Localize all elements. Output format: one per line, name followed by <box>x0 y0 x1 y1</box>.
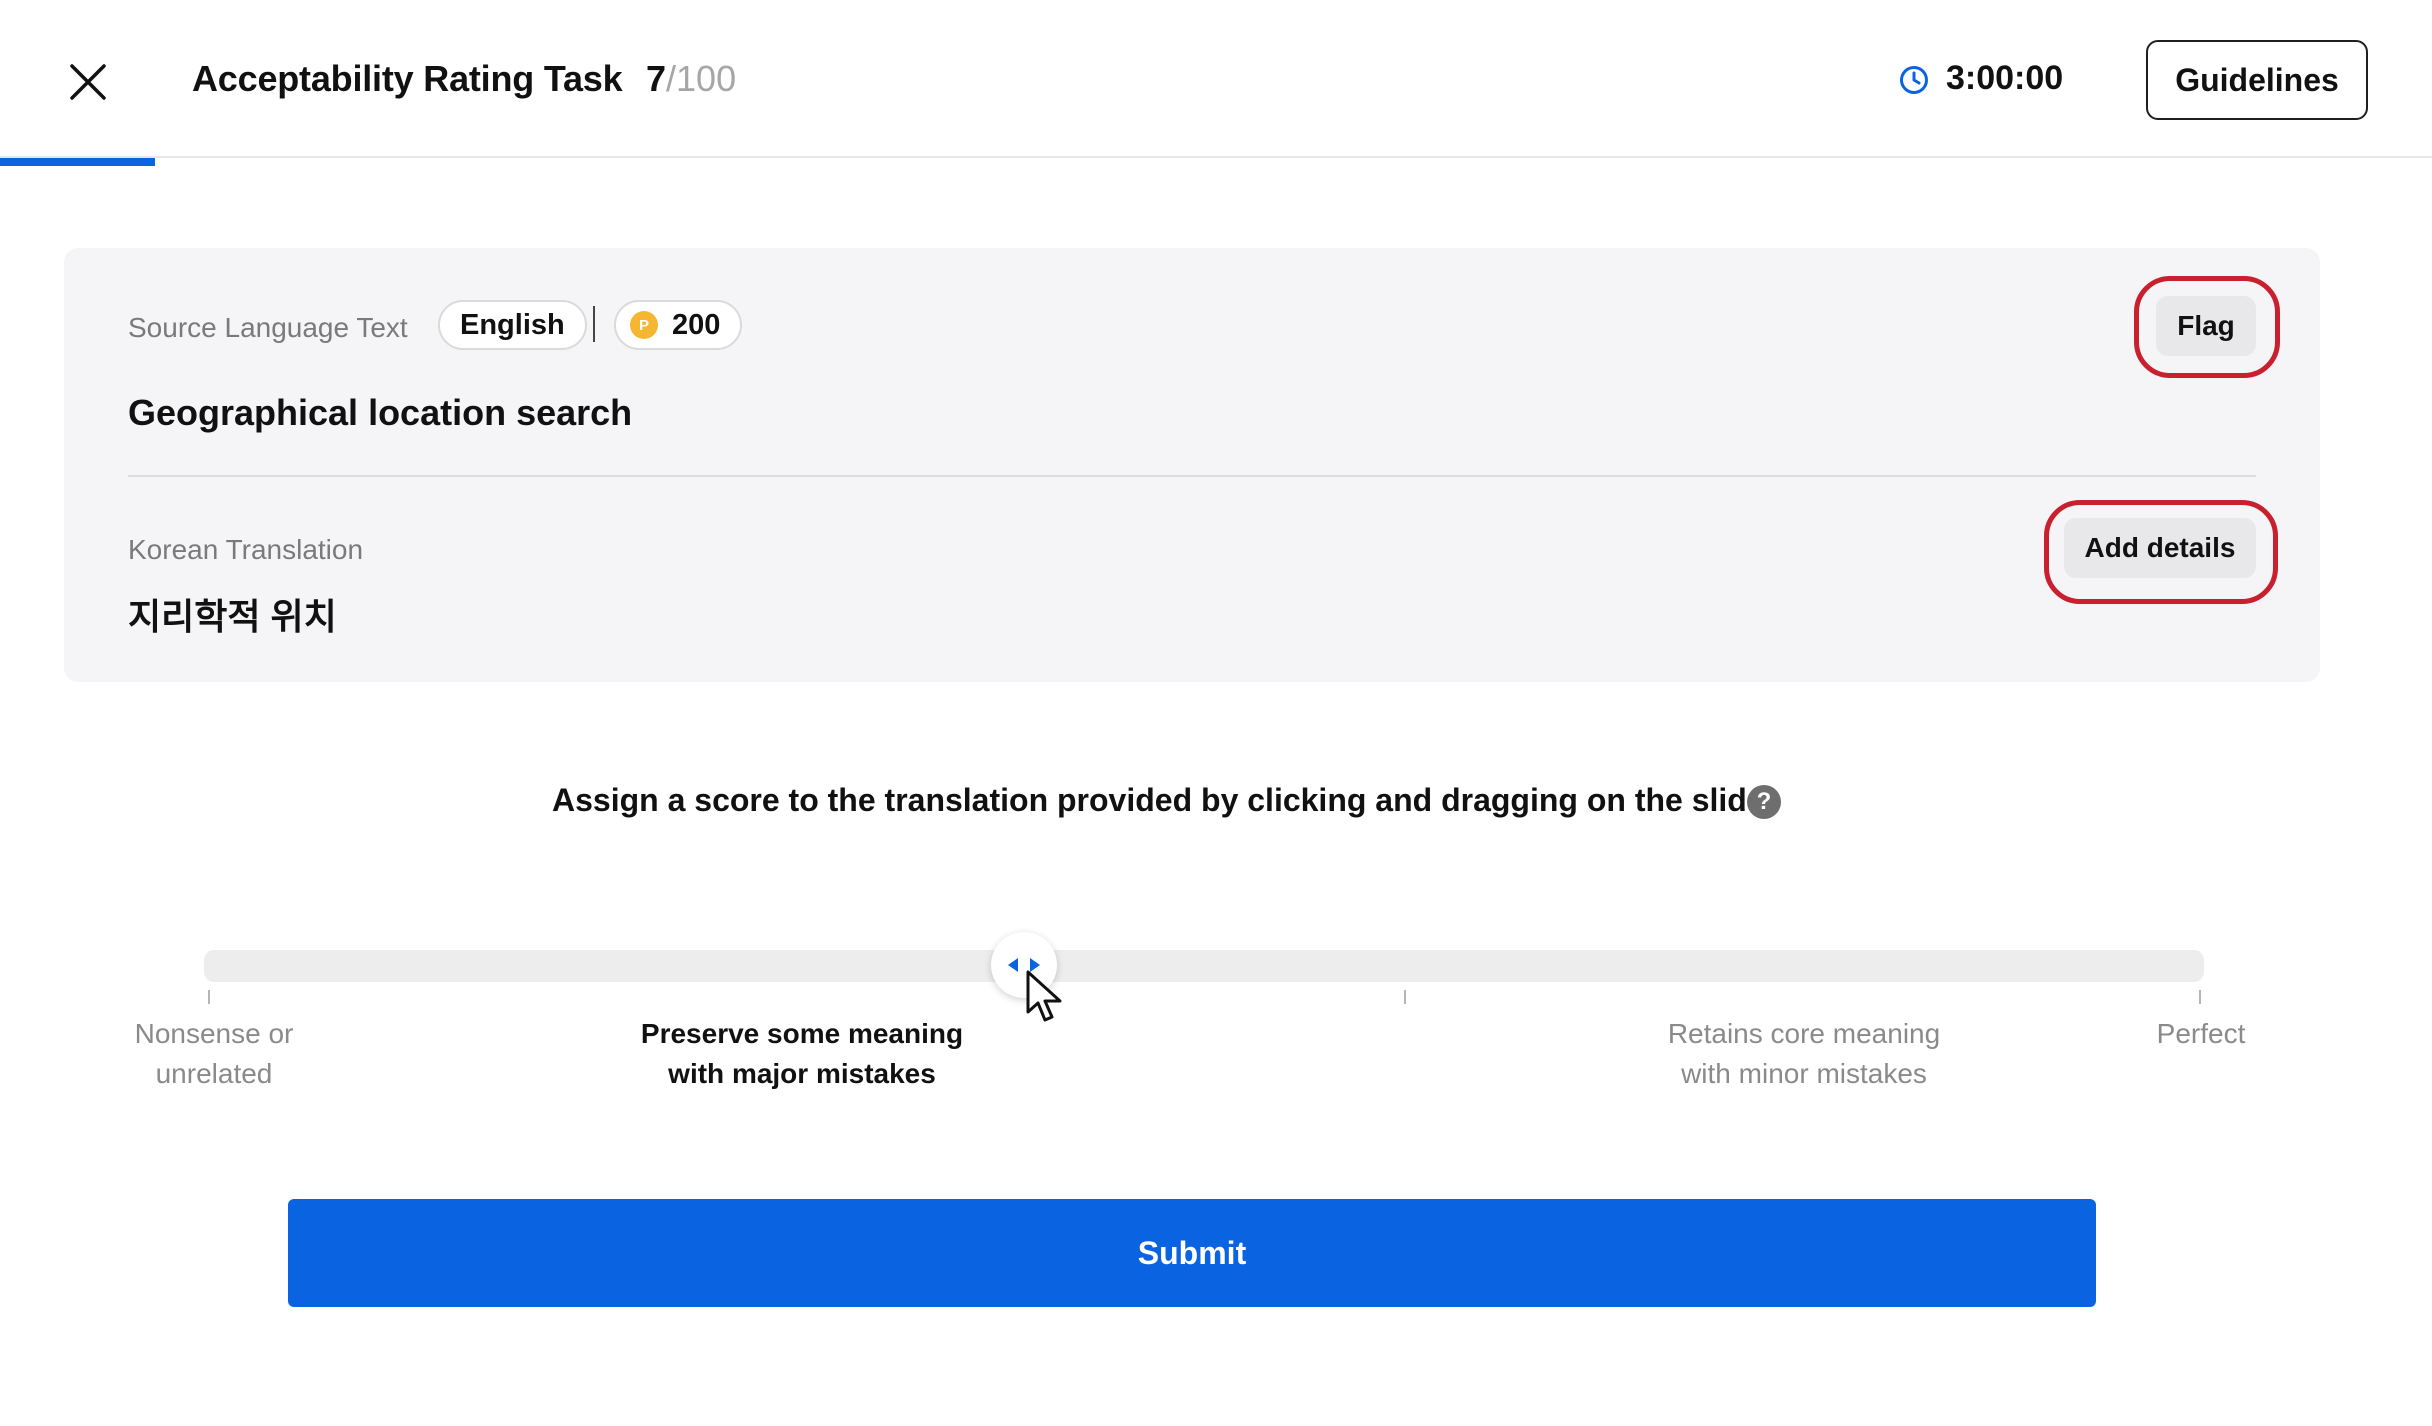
rating-instruction: Assign a score to the translation provid… <box>552 782 1778 818</box>
scale-label-nonsense: Nonsense or unrelated <box>114 1014 314 1094</box>
language-chip: English <box>438 300 587 350</box>
task-counter: 7/100 <box>646 58 736 100</box>
clock-icon <box>1900 66 1928 94</box>
task-title: Acceptability Rating Task <box>192 58 623 99</box>
scale-label-line: unrelated <box>155 1058 273 1089</box>
points-chip: P 200 <box>614 300 743 350</box>
scale-label-line: Retains core meaning <box>1667 1018 1941 1049</box>
scale-label-minor-mistakes: Retains core meaning with minor mistakes <box>1624 1014 1984 1094</box>
task-counter-current: 7 <box>646 58 667 99</box>
submit-button[interactable]: Submit <box>288 1199 2096 1307</box>
scale-label-line: with major mistakes <box>668 1058 936 1089</box>
task-header: Acceptability Rating Task 7/100 3:00:00 … <box>0 0 2432 158</box>
slider-tick <box>208 990 210 1004</box>
timer: 3:00:00 <box>1946 59 2064 97</box>
task-progress-fill <box>0 158 155 166</box>
score-slider-track[interactable] <box>204 950 2204 982</box>
chip-divider <box>593 306 595 342</box>
help-icon[interactable]: ? <box>1747 785 1781 819</box>
source-label: Source Language Text <box>128 312 408 343</box>
scale-label-line: with minor mistakes <box>1681 1058 1927 1089</box>
close-button[interactable] <box>64 58 112 106</box>
slider-tick <box>1404 990 1406 1004</box>
scale-label-line: Preserve some meaning <box>640 1018 964 1049</box>
task-counter-total: /100 <box>666 58 737 99</box>
translation-label: Korean Translation <box>128 534 364 565</box>
flag-button[interactable]: Flag <box>2156 296 2256 356</box>
task-progress-bar <box>0 158 2432 166</box>
slider-arrows-icon <box>1008 958 1041 972</box>
add-details-button[interactable]: Add details <box>2064 518 2256 578</box>
points-value: 200 <box>672 308 721 341</box>
scale-label-perfect: Perfect <box>2130 1014 2272 1054</box>
coin-icon: P <box>630 311 658 339</box>
card-divider <box>128 475 2256 477</box>
score-slider-thumb[interactable] <box>991 932 1058 998</box>
guidelines-button[interactable]: Guidelines <box>2146 40 2368 120</box>
source-text: Geographical location search <box>128 392 633 433</box>
scale-label-line: Nonsense or <box>134 1018 294 1049</box>
scale-label-major-mistakes: Preserve some meaning with major mistakes <box>622 1014 982 1094</box>
translation-text: 지리학적 위치 <box>128 596 337 637</box>
scale-label-line: Perfect <box>2156 1018 2246 1049</box>
translation-card: Source Language Text English P 200 Geogr… <box>64 248 2320 682</box>
close-icon <box>70 64 106 100</box>
slider-tick <box>2199 990 2201 1004</box>
